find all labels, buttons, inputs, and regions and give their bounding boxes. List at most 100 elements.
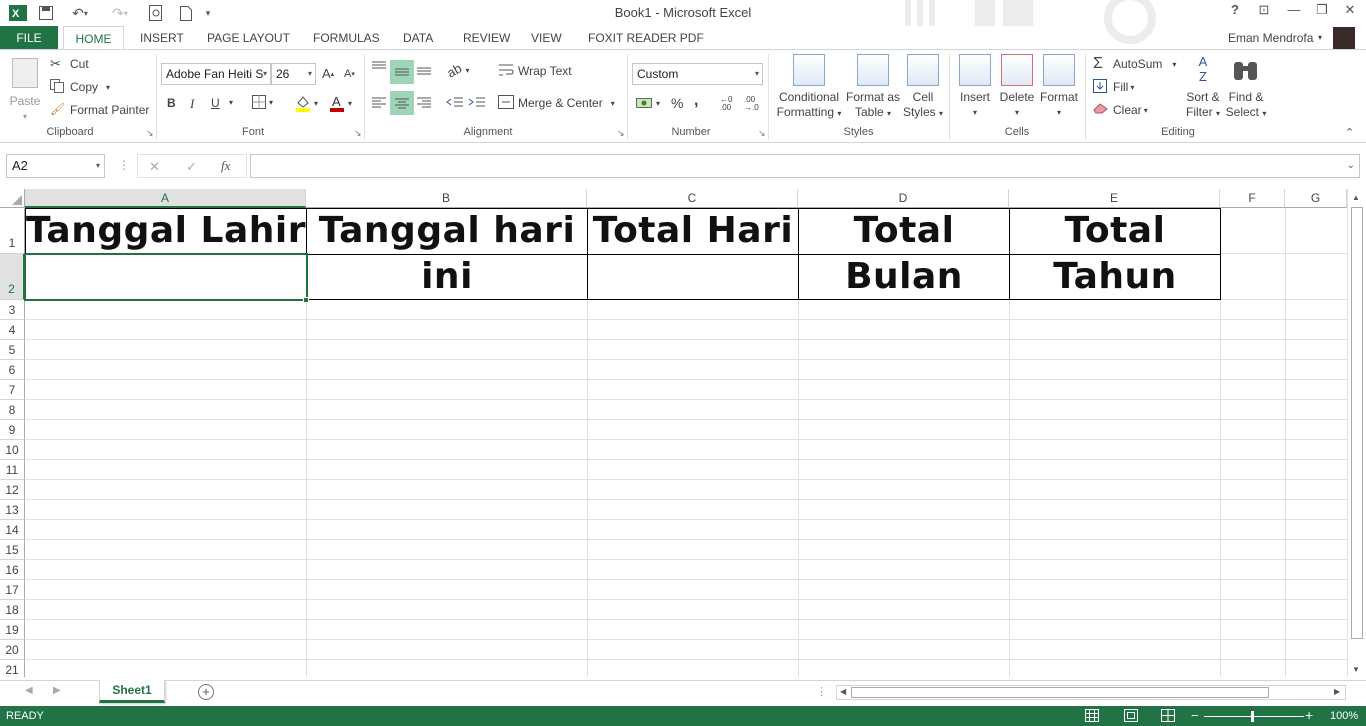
column-header-e[interactable]: E <box>1009 189 1220 208</box>
sort-filter-button[interactable]: AZ Sort & Filter ▾ <box>1183 54 1223 121</box>
tab-foxit-reader-pdf[interactable]: FOXIT READER PDF <box>588 26 704 50</box>
vertical-scrollbar[interactable]: ▲ ▼ <box>1347 189 1366 677</box>
clipboard-launcher-icon[interactable]: ↘ <box>146 128 154 139</box>
column-header-c[interactable]: C <box>587 189 798 208</box>
sheet-tab-sheet1[interactable]: Sheet1 <box>99 680 165 703</box>
scroll-up-icon[interactable]: ▲ <box>1352 193 1360 202</box>
help-button[interactable]: ? <box>1222 2 1248 22</box>
orientation-icon[interactable]: ab ▾ <box>444 60 469 80</box>
tab-view[interactable]: VIEW <box>531 26 562 50</box>
sheet-next-icon[interactable]: ▶ <box>53 685 61 696</box>
cell-a1[interactable]: Tanggal Lahir <box>26 208 306 254</box>
tab-file[interactable]: FILE <box>0 26 58 50</box>
row-header-17[interactable]: 17 <box>0 580 25 600</box>
cancel-button[interactable]: ✕ <box>149 159 160 175</box>
row-header-3[interactable]: 3 <box>0 300 25 320</box>
align-center-icon[interactable] <box>390 91 414 115</box>
align-top-icon[interactable] <box>370 60 388 76</box>
conditional-formatting-button[interactable]: Conditional Formatting ▾ <box>773 54 845 121</box>
column-header-f[interactable]: F <box>1220 189 1285 208</box>
avatar[interactable] <box>1333 27 1355 49</box>
number-launcher-icon[interactable]: ↘ <box>758 128 766 139</box>
insert-cells-button[interactable]: Insert ▾ <box>955 54 995 120</box>
tab-review[interactable]: REVIEW <box>463 26 510 50</box>
column-header-d[interactable]: D <box>798 189 1009 208</box>
scroll-down-icon[interactable]: ▼ <box>1352 665 1360 674</box>
cut-button[interactable]: ✂ Cut <box>50 56 89 72</box>
paste-button[interactable]: Paste ▾ <box>6 54 44 124</box>
vertical-scroll-thumb[interactable] <box>1351 207 1363 639</box>
cell-b1[interactable]: Tanggal hari ini <box>307 208 587 297</box>
font-color-icon[interactable]: A ▾ <box>329 94 352 112</box>
number-format-select[interactable]: Custom ▾ <box>632 63 763 85</box>
row-header-5[interactable]: 5 <box>0 340 25 360</box>
restore-button[interactable]: ❐ <box>1309 2 1335 22</box>
alignment-launcher-icon[interactable]: ↘ <box>617 128 625 139</box>
row-header-1[interactable]: 1 <box>0 208 25 254</box>
format-cells-button[interactable]: Format ▾ <box>1038 54 1080 120</box>
increase-decimal-icon[interactable]: ←0.00 <box>720 96 732 112</box>
page-layout-view-icon[interactable] <box>1124 709 1138 725</box>
tab-page-layout[interactable]: PAGE LAYOUT <box>207 26 290 50</box>
zoom-slider-track[interactable] <box>1204 716 1304 717</box>
row-header-15[interactable]: 15 <box>0 540 25 560</box>
align-middle-icon[interactable] <box>390 60 414 84</box>
zoom-level[interactable]: 100% <box>1330 710 1358 722</box>
scroll-right-icon[interactable]: ▶ <box>1334 687 1340 696</box>
percent-style-button[interactable]: % <box>671 95 683 111</box>
normal-view-icon[interactable] <box>1085 709 1099 725</box>
page-break-view-icon[interactable] <box>1161 709 1175 725</box>
tab-insert[interactable]: INSERT <box>140 26 184 50</box>
decrease-indent-icon[interactable] <box>446 94 464 110</box>
format-painter-button[interactable]: 🖌 Format Painter <box>50 102 149 118</box>
column-header-g[interactable]: G <box>1285 189 1347 208</box>
row-header-20[interactable]: 20 <box>0 640 25 660</box>
worksheet-grid[interactable]: A B C D E F G 1 2 3 4 5 6 7 8 9 10 11 12… <box>0 189 1366 677</box>
user-name[interactable]: Eman Mendrofa <box>1228 26 1313 50</box>
column-header-a[interactable]: A <box>25 189 306 208</box>
cell-d1[interactable]: Total Bulan <box>799 208 1009 297</box>
align-bottom-icon[interactable] <box>415 60 433 76</box>
cell-styles-button[interactable]: Cell Styles ▾ <box>902 54 944 121</box>
collapse-ribbon-icon[interactable]: ⌃ <box>1345 126 1354 139</box>
row-header-8[interactable]: 8 <box>0 400 25 420</box>
font-launcher-icon[interactable]: ↘ <box>354 128 362 139</box>
add-sheet-icon[interactable]: + <box>198 684 214 700</box>
fill-color-icon[interactable]: ▾ <box>295 94 318 112</box>
row-header-2[interactable]: 2 <box>0 254 25 300</box>
ribbon-display-icon[interactable]: ⊡ <box>1251 2 1277 22</box>
clear-button[interactable]: Clear ▾ <box>1093 102 1148 118</box>
row-header-16[interactable]: 16 <box>0 560 25 580</box>
font-size-select[interactable]: 26 ▾ <box>271 63 316 85</box>
insert-function-button[interactable]: fx <box>221 158 230 174</box>
bold-button[interactable]: B <box>167 96 176 110</box>
font-name-select[interactable]: Adobe Fan Heiti S ▾ <box>161 63 271 85</box>
italic-button[interactable]: I <box>190 96 194 112</box>
borders-icon[interactable]: ▾ <box>252 95 273 109</box>
copy-button[interactable]: Copy ▾ <box>50 79 110 95</box>
tab-home[interactable]: HOME <box>63 26 124 51</box>
increase-indent-icon[interactable] <box>468 94 486 110</box>
row-header-9[interactable]: 9 <box>0 420 25 440</box>
row-header-18[interactable]: 18 <box>0 600 25 620</box>
row-header-10[interactable]: 10 <box>0 440 25 460</box>
select-all-corner[interactable] <box>0 189 25 208</box>
tab-data[interactable]: DATA <box>403 26 433 50</box>
name-box[interactable]: A2 ▾ <box>6 154 105 178</box>
close-button[interactable]: ✕ <box>1337 2 1363 22</box>
tab-formulas[interactable]: FORMULAS <box>313 26 380 50</box>
fill-handle[interactable] <box>303 297 309 303</box>
decrease-decimal-icon[interactable]: .00 →.0 <box>744 96 759 112</box>
row-header-14[interactable]: 14 <box>0 520 25 540</box>
comma-style-button[interactable]: , <box>694 92 698 110</box>
row-header-7[interactable]: 7 <box>0 380 25 400</box>
row-header-21[interactable]: 21 <box>0 660 25 677</box>
zoom-slider-thumb[interactable] <box>1251 711 1254 722</box>
align-right-icon[interactable] <box>415 94 433 110</box>
shrink-font-icon[interactable]: A ▾ <box>344 68 355 80</box>
align-left-icon[interactable] <box>370 94 388 110</box>
grow-font-icon[interactable]: A ▴ <box>322 66 334 81</box>
autosum-button[interactable]: Σ AutoSum ▾ <box>1093 56 1176 72</box>
sheet-prev-icon[interactable]: ◀ <box>25 685 33 696</box>
zoom-in-button[interactable]: + <box>1305 707 1313 723</box>
